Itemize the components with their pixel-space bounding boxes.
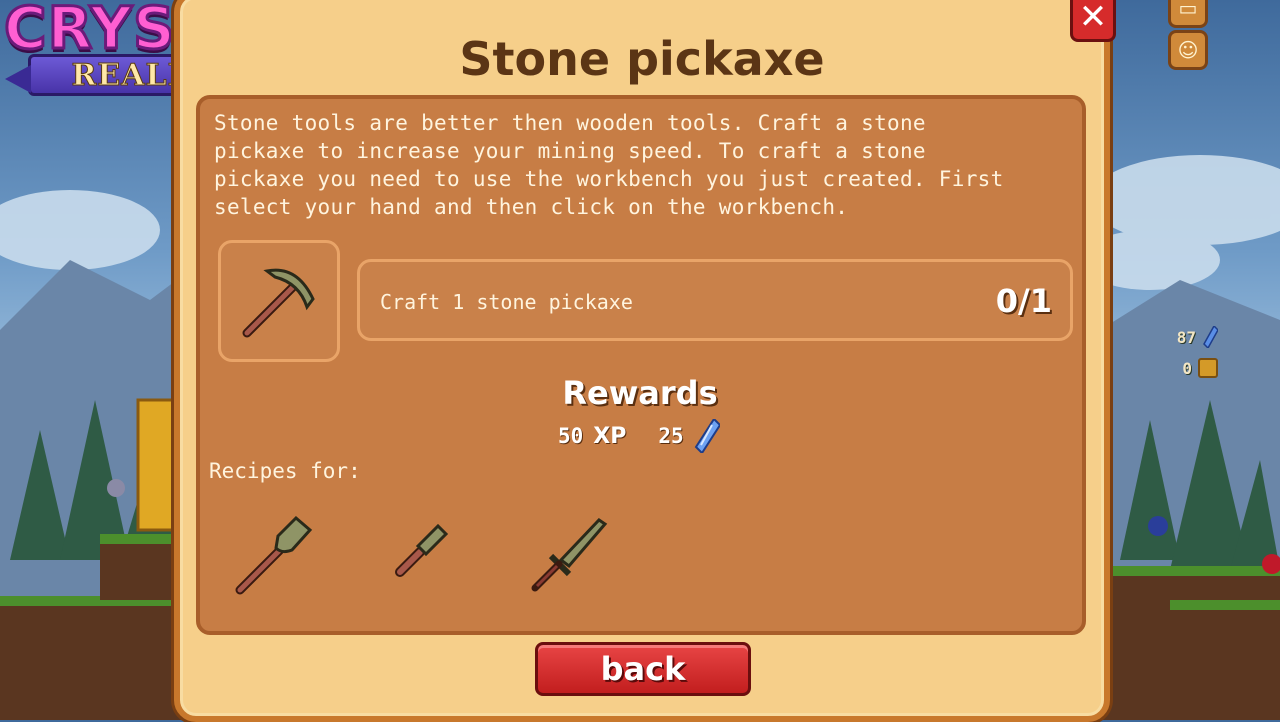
gem-count: 87	[1176, 327, 1196, 347]
chat-button[interactable]: ▭	[1168, 0, 1208, 28]
chat-bubble-icon: ▭	[1178, 0, 1198, 20]
gem-counter: 87	[1177, 326, 1218, 348]
back-button[interactable]: back	[535, 642, 751, 696]
gem-reward-value: 25	[658, 424, 684, 448]
rewards-row: 50 XP 25	[558, 419, 720, 453]
blue-gem-icon	[694, 419, 720, 453]
rewards-title: Rewards	[562, 374, 718, 412]
quest-description: Stone tools are better then wooden tools…	[214, 111, 1004, 219]
stone-pickaxe-icon	[242, 268, 315, 338]
task-text: Craft 1 stone pickaxe	[380, 290, 633, 314]
stone-sword-icon	[531, 518, 608, 592]
task-box: Craft 1 stone pickaxe 0/1	[357, 259, 1073, 341]
emote-button[interactable]: ☺	[1168, 30, 1208, 70]
smiley-icon: ☺	[1177, 38, 1199, 62]
recipe-stone-chisel[interactable]	[380, 510, 470, 600]
back-label: back	[600, 650, 686, 688]
task-icon-box	[218, 240, 340, 362]
stone-chisel-icon	[395, 523, 449, 577]
close-icon: ✕	[1078, 0, 1108, 37]
dialog-title: Stone pickaxe	[459, 32, 825, 86]
task-progress: 0/1	[995, 282, 1052, 320]
xp-label: XP	[593, 423, 627, 449]
recipe-stone-shovel[interactable]	[230, 510, 320, 600]
xp-reward-value: 50	[558, 424, 584, 448]
stone-shovel-icon	[235, 515, 313, 595]
recipe-stone-sword[interactable]	[525, 510, 615, 600]
close-button[interactable]: ✕	[1070, 0, 1116, 42]
blue-gem-icon	[1203, 326, 1218, 348]
recipes-label: Recipes for:	[209, 459, 361, 483]
